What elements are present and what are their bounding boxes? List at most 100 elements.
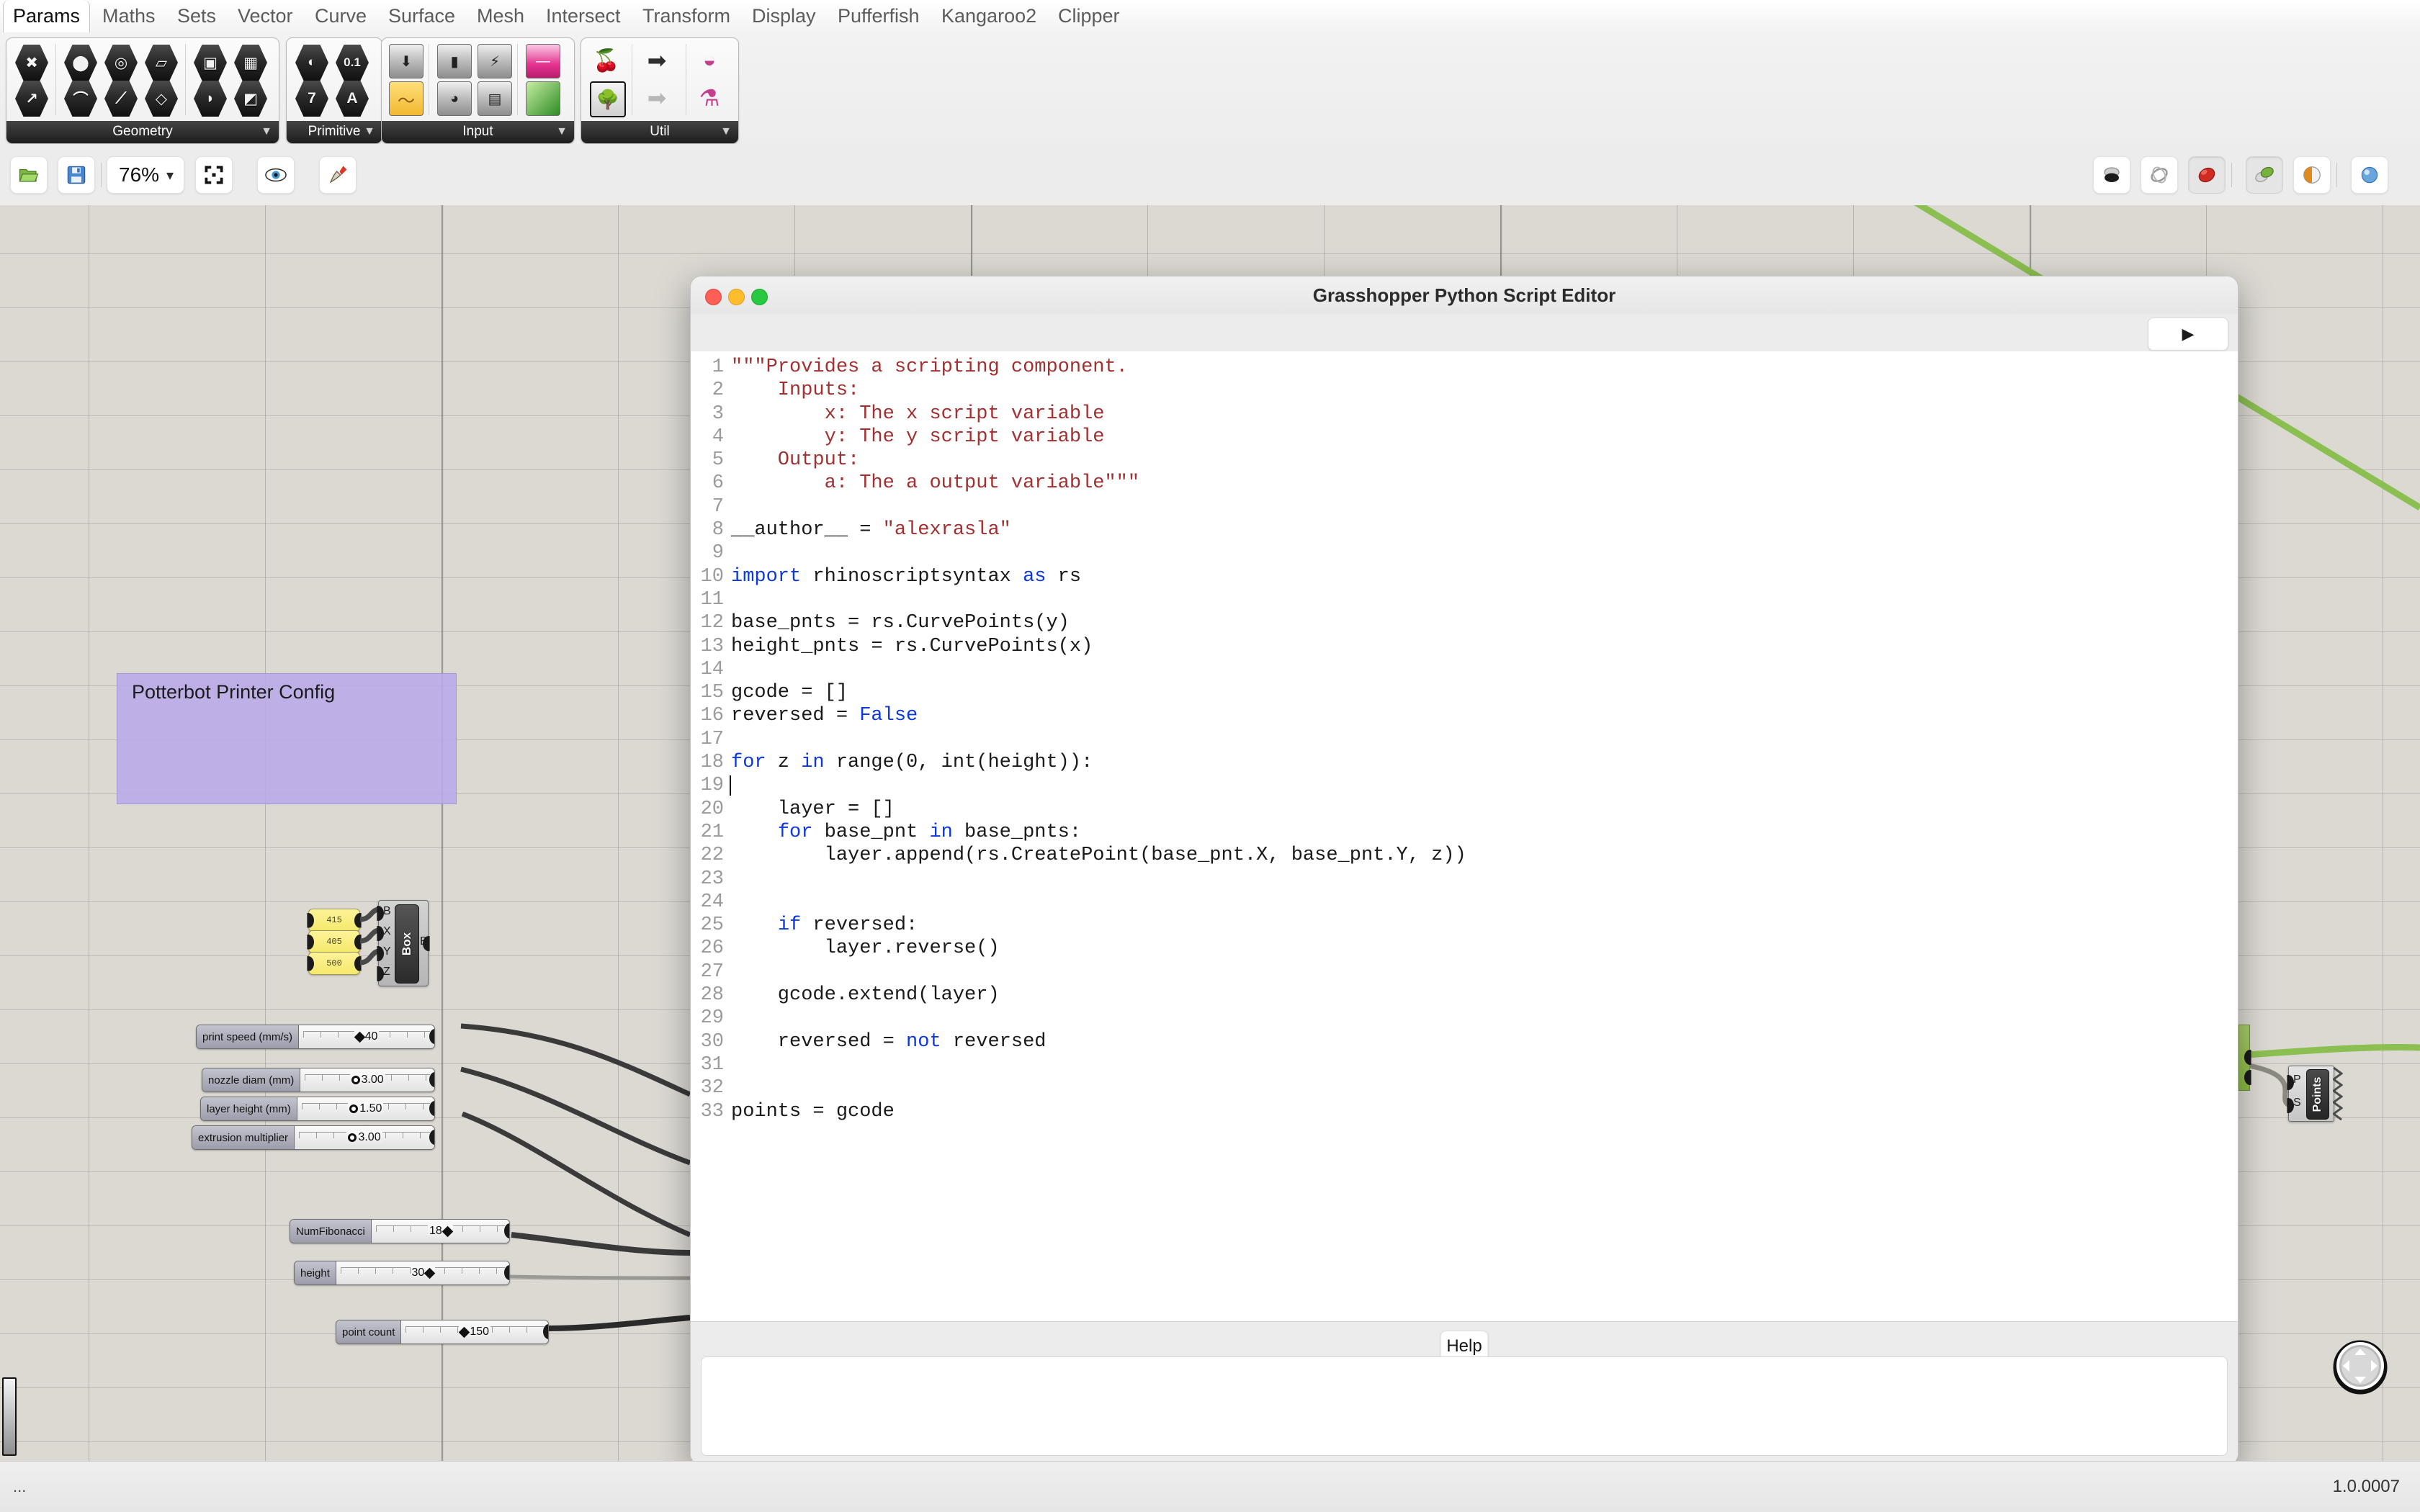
code-line[interactable]: 29 [691, 1007, 2238, 1030]
panel-y-dim[interactable]: 405 [307, 930, 362, 953]
slider-height[interactable]: height 30 [294, 1261, 510, 1285]
code-line[interactable]: 27 [691, 960, 2238, 984]
code-line[interactable]: 8 __author__ = "alexrasla" [691, 518, 2238, 541]
mesh-face-icon[interactable]: ◩ [234, 81, 267, 117]
slider-extrusion-multiplier-handle[interactable]: 3.00 [346, 1131, 382, 1144]
relay-icon[interactable]: ➡ [640, 81, 673, 114]
circular-arc-icon[interactable]: ◎ [104, 45, 138, 81]
code-line[interactable]: 13 height_pnts = rs.CurvePoints(x) [691, 635, 2238, 658]
code-line[interactable]: 11 [691, 588, 2238, 611]
code-line[interactable]: 4 y: The y script variable [691, 426, 2238, 449]
subd-param-icon[interactable]: ◗ [194, 81, 227, 117]
plane-param-icon[interactable]: ◇ [145, 81, 178, 117]
slider-nozzle-diam-handle[interactable]: 3.00 [349, 1074, 385, 1086]
code-line[interactable]: 23 [691, 868, 2238, 891]
slider-numfibonacci-handle[interactable]: 18 [428, 1225, 454, 1238]
code-line[interactable]: 12 base_pnts = rs.CurvePoints(y) [691, 611, 2238, 634]
code-line[interactable]: 17 [691, 728, 2238, 751]
point-param-icon[interactable]: ⬤ [64, 45, 97, 81]
code-line[interactable]: 33 points = gcode [691, 1100, 2238, 1123]
code-line[interactable]: 14 [691, 658, 2238, 681]
ribbon-tab-display[interactable]: Display [743, 0, 825, 32]
geometry-param-icon[interactable]: ✖ [15, 45, 48, 81]
code-line[interactable]: 22 layer.append(rs.CreatePoint(base_pnt.… [691, 844, 2238, 867]
code-line[interactable]: 7 [691, 495, 2238, 518]
button-icon[interactable]: ▮ [437, 44, 472, 78]
line-param-icon[interactable]: ⟋ [104, 81, 138, 117]
ribbon-tab-pufferfish[interactable]: Pufferfish [828, 0, 929, 32]
brep-param-icon[interactable]: ▣ [194, 45, 227, 81]
code-line[interactable]: 19 [691, 774, 2238, 797]
slider-layer-height-handle[interactable]: 1.50 [348, 1102, 384, 1115]
ribbon-tab-params[interactable]: Params [3, 0, 91, 32]
zoom-level-combo[interactable]: 76% ▾ [107, 156, 185, 194]
vector-param-icon[interactable]: ↗ [15, 81, 48, 117]
import-icon[interactable]: ⬇ [389, 44, 424, 78]
script-output-pane[interactable] [701, 1356, 2228, 1456]
surface-param-icon[interactable]: ▱ [145, 45, 178, 81]
ribbon-tab-mesh[interactable]: Mesh [467, 0, 534, 32]
panel-x-dim[interactable]: 415 [307, 909, 362, 932]
code-line[interactable]: 21 for base_pnt in base_pnts: [691, 821, 2238, 844]
data-tree-icon[interactable]: 🌳 [590, 81, 626, 117]
code-line[interactable]: 5 Output: [691, 449, 2238, 472]
slider-layer-height-track[interactable]: 1.50 [297, 1097, 434, 1120]
code-line[interactable]: 20 layer = [] [691, 798, 2238, 821]
canvas-vertical-scrollbar[interactable] [2, 1377, 17, 1456]
document-preview-button[interactable] [2351, 156, 2388, 194]
code-line[interactable]: 15 gcode = [] [691, 681, 2238, 704]
preview-meshes-button[interactable] [2246, 156, 2283, 194]
slider-layer-height[interactable]: layer height (mm) 1.50 [200, 1097, 435, 1121]
slider-point-count-handle[interactable]: 150 [459, 1326, 491, 1338]
ribbon-tab-kangaroo2[interactable]: Kangaroo2 [932, 0, 1046, 32]
preview-toggle-button[interactable] [257, 156, 295, 194]
code-line[interactable]: 2 Inputs: [691, 379, 2238, 402]
run-script-button[interactable]: ▶ [2148, 318, 2228, 351]
cluster-icon[interactable]: ◒ [693, 44, 726, 77]
code-line[interactable]: 24 [691, 891, 2238, 914]
chevron-down-icon[interactable]: ▼ [556, 121, 568, 143]
chevron-down-icon[interactable]: ▼ [364, 121, 375, 143]
slider-print-speed-handle[interactable]: 40 [354, 1030, 380, 1043]
ribbon-tab-sets[interactable]: Sets [168, 0, 225, 32]
slider-extrusion-multiplier-track[interactable]: 3.00 [295, 1126, 434, 1149]
hidden-curve-component-edge[interactable] [2238, 1025, 2251, 1091]
points-component[interactable]: Points P S [2287, 1066, 2343, 1122]
slider-nozzle-diam-track[interactable]: 3.00 [300, 1068, 434, 1092]
cherry-picker-icon[interactable]: 🍒 [590, 44, 623, 77]
knob-icon[interactable]: ◕ [437, 81, 472, 116]
slider-extrusion-multiplier[interactable]: extrusion multiplier 3.00 [192, 1125, 435, 1150]
ribbon-tab-intersect[interactable]: Intersect [537, 0, 630, 32]
code-line[interactable]: 9 [691, 541, 2238, 564]
code-line[interactable]: 18 for z in range(0, int(height)): [691, 751, 2238, 774]
value-list-icon[interactable]: ⚡ [478, 44, 512, 78]
panel-z-dim[interactable]: 500 [307, 952, 362, 975]
code-line[interactable]: 31 [691, 1053, 2238, 1076]
text-param-icon[interactable]: A [336, 81, 369, 117]
code-line[interactable]: 25 if reversed: [691, 914, 2238, 937]
chevron-down-icon[interactable]: ▾ [163, 166, 184, 184]
slider-point-count[interactable]: point count 150 [336, 1320, 549, 1344]
panel-icon[interactable]: ▤ [478, 81, 512, 116]
data-forward-icon[interactable]: ➡ [640, 44, 673, 77]
preview-off-button[interactable] [2188, 156, 2226, 194]
ribbon-tab-vector[interactable]: Vector [228, 0, 302, 32]
code-line[interactable]: 28 gcode.extend(layer) [691, 984, 2238, 1007]
python-script-editor-window[interactable]: Grasshopper Python Script Editor ▶ 1 """P… [690, 276, 2238, 1465]
curve-param-icon[interactable]: ⌒ [64, 81, 97, 117]
code-line[interactable]: 1 """Provides a scripting component. [691, 356, 2238, 379]
navigation-compass-widget[interactable] [2331, 1336, 2390, 1395]
preview-selected-button[interactable] [2293, 156, 2331, 194]
code-line[interactable]: 26 layer.reverse() [691, 937, 2238, 960]
sketch-input-icon[interactable]: 〜 [389, 81, 424, 116]
ribbon-tab-surface[interactable]: Surface [379, 0, 465, 32]
code-line[interactable]: 32 [691, 1076, 2238, 1099]
slider-numfibonacci[interactable]: NumFibonacci 18 [290, 1219, 510, 1243]
slider-nozzle-diam[interactable]: nozzle diam (mm) 3.00 [202, 1068, 435, 1092]
ribbon-tab-transform[interactable]: Transform [633, 0, 740, 32]
ribbon-tab-curve[interactable]: Curve [305, 0, 376, 32]
preview-wireframe-button[interactable] [2141, 156, 2178, 194]
slider-point-count-track[interactable]: 150 [401, 1320, 548, 1344]
ribbon-tab-maths[interactable]: Maths [93, 0, 165, 32]
canvas-group-potterbot[interactable]: Potterbot Printer Config [117, 673, 457, 804]
